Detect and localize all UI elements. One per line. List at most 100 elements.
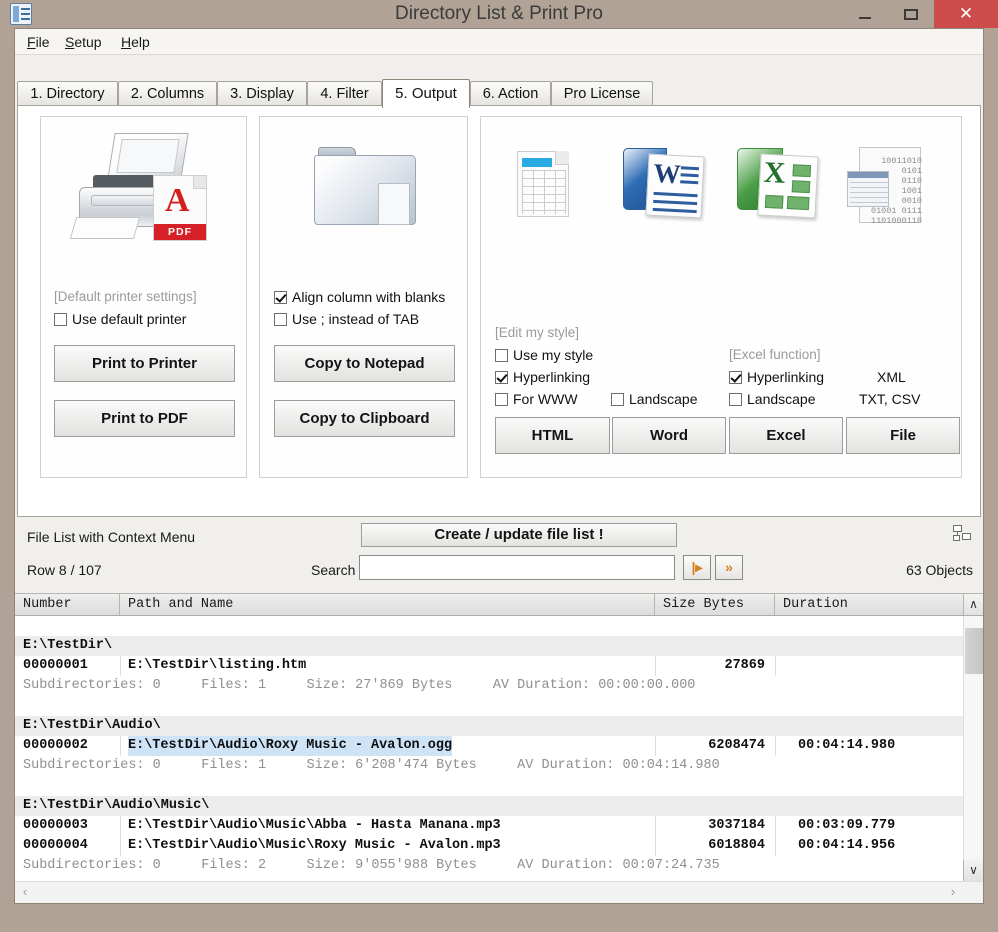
search-next-button[interactable]: » [715, 555, 743, 580]
scroll-down-button[interactable]: ∨ [963, 860, 983, 881]
tab-filter[interactable]: 4. Filter [307, 81, 382, 106]
html-export-button[interactable]: HTML [495, 417, 610, 454]
table-row[interactable]: E:\TestDir\ [15, 636, 963, 656]
edit-my-style-label: [Edit my style] [495, 325, 580, 340]
copy-panel: Align column with blanks Use ; instead o… [259, 116, 468, 478]
title-bar: Directory List & Print Pro ✕ [0, 0, 998, 28]
tab-strip: 1. Directory 2. Columns 3. Display 4. Fi… [17, 79, 983, 108]
tab-directory[interactable]: 1. Directory [17, 81, 118, 106]
html-hyperlinking-label: Hyperlinking [513, 369, 591, 385]
folder-document-icon [312, 137, 422, 237]
vertical-scrollbar[interactable] [963, 616, 983, 882]
vertical-scrollbar-thumb[interactable] [965, 628, 983, 674]
word-landscape-checkbox[interactable]: Landscape [611, 391, 698, 407]
use-default-printer-checkbox[interactable]: Use default printer [54, 311, 186, 327]
file-list-caption: File List with Context Menu [27, 529, 196, 545]
column-header-path-and-name[interactable]: Path and Name [120, 594, 655, 615]
file-path: E:\TestDir\Audio\Music\Roxy Music - Aval… [128, 838, 501, 853]
column-header-duration[interactable]: Duration [775, 594, 963, 615]
directory-path: E:\TestDir\ [23, 638, 113, 653]
word-landscape-label: Landscape [629, 391, 698, 407]
table-row[interactable]: 00000003 E:\TestDir\Audio\Music\Abba - H… [15, 816, 963, 836]
format-xml-label: XML [877, 369, 906, 385]
excel-landscape-label: Landscape [747, 391, 816, 407]
tab-columns[interactable]: 2. Columns [118, 81, 217, 106]
tab-display[interactable]: 3. Display [217, 81, 307, 106]
directory-path: E:\TestDir\Audio\ [23, 718, 161, 733]
file-duration: 00:03:09.779 [798, 818, 896, 833]
column-header-number[interactable]: Number [15, 594, 120, 615]
use-my-style-checkbox[interactable]: Use my style [495, 347, 593, 363]
search-input[interactable] [359, 555, 675, 580]
file-list-grid: Number Path and Name Size Bytes Duration… [15, 593, 983, 903]
minimize-button[interactable] [842, 0, 888, 28]
file-size: 6208474 [708, 738, 765, 753]
html-hyperlinking-checkbox[interactable]: Hyperlinking [495, 369, 590, 385]
table-row[interactable]: E:\TestDir\Audio\Music\ [15, 796, 963, 816]
print-panel: A PDF [Default printer settings] Use def… [40, 116, 247, 478]
excel-hyperlinking-checkbox[interactable]: Hyperlinking [729, 369, 824, 385]
scroll-right-button[interactable]: › [943, 882, 963, 903]
menu-file[interactable]: File [25, 33, 52, 51]
print-to-pdf-button[interactable]: Print to PDF [54, 400, 235, 437]
file-size: 6018804 [708, 838, 765, 853]
copy-to-notepad-button[interactable]: Copy to Notepad [274, 345, 455, 382]
align-column-label: Align column with blanks [292, 289, 446, 305]
directory-summary: Subdirectories: 0 Files: 1 Size: 6'208'4… [23, 758, 720, 773]
row-status-label: Row 8 / 107 [27, 562, 102, 578]
file-number: 00000002 [23, 738, 88, 753]
close-button[interactable]: ✕ [934, 0, 998, 28]
table-row[interactable]: 00000004 E:\TestDir\Audio\Music\Roxy Mus… [15, 836, 963, 856]
tab-action[interactable]: 6. Action [470, 81, 551, 106]
excel-spreadsheet-icon: X [735, 145, 827, 227]
tree-view-icon[interactable] [953, 523, 973, 545]
object-count-label: 63 Objects [906, 562, 973, 578]
directory-summary: Subdirectories: 0 Files: 2 Size: 9'055'9… [23, 858, 720, 873]
print-to-printer-button[interactable]: Print to Printer [54, 345, 235, 382]
file-path: E:\TestDir\Audio\Roxy Music - Avalon.ogg [128, 736, 453, 756]
directory-summary: Subdirectories: 0 Files: 1 Size: 27'869 … [23, 678, 696, 693]
table-row[interactable]: E:\TestDir\Audio\ [15, 716, 963, 736]
format-txt-csv-label: TXT, CSV [859, 391, 921, 407]
word-export-button[interactable]: Word [612, 417, 726, 454]
table-row [15, 616, 963, 636]
file-output-panel: W X 10011010 0101 0110 1001 0010 01001 0… [480, 116, 962, 478]
maximize-button[interactable] [888, 0, 934, 28]
table-row[interactable]: 00000001 E:\TestDir\listing.htm 27869 [15, 656, 963, 676]
excel-export-button[interactable]: Excel [729, 417, 843, 454]
grid-body: E:\TestDir\ 00000001 E:\TestDir\listing.… [15, 616, 963, 882]
close-icon: ✕ [958, 4, 974, 23]
scroll-up-button[interactable]: ∧ [963, 594, 983, 615]
scroll-left-button[interactable]: ‹ [15, 882, 35, 903]
horizontal-scrollbar[interactable]: ‹ › [15, 881, 983, 903]
tab-pro-license[interactable]: Pro License [551, 81, 653, 106]
table-row[interactable]: 00000002 E:\TestDir\Audio\Roxy Music - A… [15, 736, 963, 756]
tab-output[interactable]: 5. Output [382, 79, 470, 108]
for-www-label: For WWW [513, 391, 578, 407]
file-export-button[interactable]: File [846, 417, 960, 454]
create-update-file-list-button[interactable]: Create / update file list ! [361, 523, 677, 547]
printer-pdf-icon: A PDF [69, 131, 215, 247]
menu-setup[interactable]: Setup [63, 33, 104, 51]
file-number: 00000004 [23, 838, 88, 853]
table-sheet-icon [509, 147, 585, 225]
for-www-checkbox[interactable]: For WWW [495, 391, 578, 407]
use-semicolon-instead-of-tab-checkbox[interactable]: Use ; instead of TAB [274, 311, 419, 327]
word-document-icon: W [621, 145, 713, 227]
search-first-button[interactable]: |▸ [683, 555, 711, 580]
menu-help[interactable]: Help [119, 33, 152, 51]
column-header-size-bytes[interactable]: Size Bytes [655, 594, 775, 615]
use-semicolon-label: Use ; instead of TAB [292, 311, 420, 327]
align-column-with-blanks-checkbox[interactable]: Align column with blanks [274, 289, 445, 305]
table-row: Subdirectories: 0 Files: 1 Size: 27'869 … [15, 676, 963, 696]
table-row: Subdirectories: 0 Files: 2 Size: 9'055'9… [15, 856, 963, 876]
directory-path: E:\TestDir\Audio\Music\ [23, 798, 210, 813]
checkbox-box [495, 371, 508, 384]
table-row [15, 696, 963, 716]
excel-landscape-checkbox[interactable]: Landscape [729, 391, 816, 407]
table-row: Subdirectories: 0 Files: 1 Size: 6'208'4… [15, 756, 963, 776]
file-number: 00000001 [23, 658, 88, 673]
checkbox-box [274, 291, 287, 304]
tab-page-output: A PDF [Default printer settings] Use def… [17, 105, 981, 517]
copy-to-clipboard-button[interactable]: Copy to Clipboard [274, 400, 455, 437]
